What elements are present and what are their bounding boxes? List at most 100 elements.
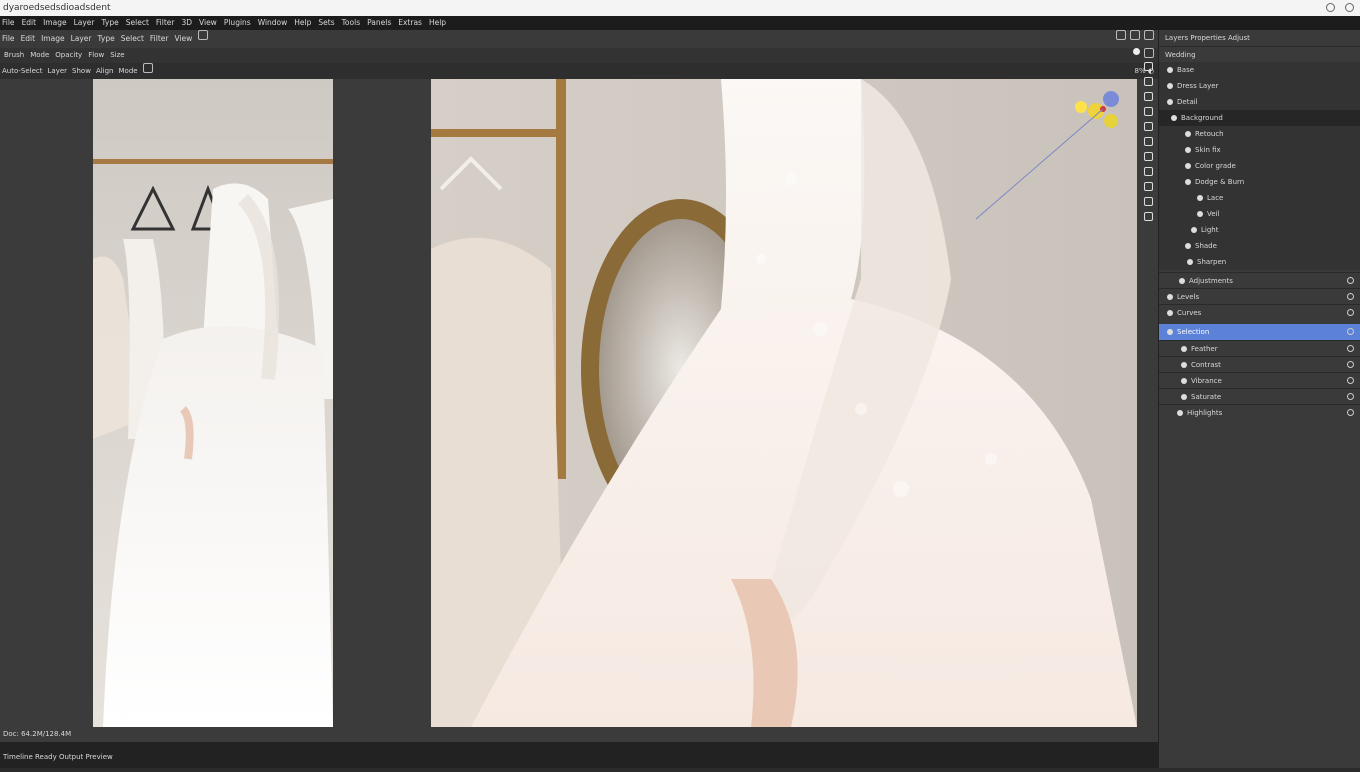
layer-row[interactable]: Highlights [1159,404,1360,420]
doc-option[interactable]: Mode [119,63,138,79]
actions-icon[interactable] [1143,212,1153,221]
transform-icon[interactable] [142,63,153,73]
tool-option[interactable]: Flow [88,48,104,63]
doc-option[interactable]: Show [72,63,91,79]
tool-option[interactable]: Brush [4,48,24,63]
layer-visibility-icon[interactable] [1185,163,1191,169]
eye-icon[interactable] [1347,345,1354,352]
properties-icon[interactable] [1143,182,1153,191]
toolbar-item[interactable]: Layer [71,30,92,48]
layer-row[interactable]: Dodge & Burn [1159,174,1360,190]
adjustments-section[interactable]: Adjustments [1159,272,1360,288]
left-photo-preview[interactable] [93,79,333,727]
layer-visibility-icon[interactable] [1167,99,1173,105]
layer-visibility-icon[interactable] [1167,83,1173,89]
adjust-item[interactable]: Curves [1159,304,1360,320]
menu-item[interactable]: Filter [156,16,175,30]
selected-layer[interactable]: Selection [1159,324,1360,340]
menu-item[interactable]: Type [102,16,119,30]
toolbar-item[interactable]: Image [41,30,65,48]
layer-visibility-icon[interactable] [1191,227,1197,233]
layer-visibility-icon[interactable] [1181,378,1187,384]
layer-visibility-icon[interactable] [1167,294,1173,300]
toolbar-item[interactable]: Edit [21,30,36,48]
layer-visibility-icon[interactable] [1177,410,1183,416]
tool-option[interactable]: Opacity [55,48,82,63]
libraries-icon[interactable] [1143,197,1153,206]
settings-icon[interactable] [1133,48,1140,55]
toolbar-item[interactable]: Select [121,30,144,48]
toolbar-item[interactable]: Filter [150,30,169,48]
layer-row[interactable]: Sharpen [1159,254,1360,270]
layer-visibility-icon[interactable] [1181,362,1187,368]
eye-icon[interactable] [1347,361,1354,368]
eye-icon[interactable] [1347,293,1354,300]
menu-item[interactable]: View [199,16,217,30]
toolbar-item[interactable]: View [174,30,192,48]
layer-row[interactable]: Light [1159,222,1360,238]
menu-item[interactable]: Help [429,16,446,30]
paths-icon[interactable] [1143,152,1153,161]
tool-option[interactable]: Mode [30,48,49,63]
menu-item[interactable]: Plugins [224,16,251,30]
frame-icon[interactable] [198,30,209,40]
layer-visibility-icon[interactable] [1167,310,1173,316]
layer-visibility-icon[interactable] [1171,115,1177,121]
layer-visibility-icon[interactable] [1167,67,1173,73]
layer-visibility-icon[interactable] [1185,147,1191,153]
menu-item[interactable]: Image [43,16,67,30]
eye-icon[interactable] [1347,309,1354,316]
toolbar-item[interactable]: Type [98,30,115,48]
minimize-icon[interactable] [1326,3,1335,12]
doc-option[interactable]: Align [96,63,114,79]
layer-group-title[interactable]: Wedding [1159,46,1360,62]
layer-visibility-icon[interactable] [1197,195,1203,201]
toolbar-item[interactable]: File [2,30,15,48]
eye-icon[interactable] [1347,409,1354,416]
layer-visibility-icon[interactable] [1181,346,1187,352]
tool-option[interactable]: Size [110,48,124,63]
menu-item[interactable]: Tools [342,16,360,30]
history-icon[interactable] [1143,62,1153,71]
layer-visibility-icon[interactable] [1185,243,1191,249]
menu-item[interactable]: Sets [318,16,334,30]
layer-row[interactable]: Lace [1159,190,1360,206]
layer-row[interactable]: Feather [1159,340,1360,356]
menu-item[interactable]: Extras [398,16,422,30]
layer-row[interactable]: Dress Layer [1159,78,1360,94]
swatches-icon[interactable] [1143,92,1153,101]
layer-row[interactable]: Detail [1159,94,1360,110]
layer-visibility-icon[interactable] [1181,394,1187,400]
eye-icon[interactable] [1347,277,1354,284]
workspace-icon[interactable] [1130,30,1140,40]
layer-row[interactable]: Retouch [1159,126,1360,142]
eye-icon[interactable] [1347,328,1354,335]
layer-row[interactable]: Vibrance [1159,372,1360,388]
menu-item[interactable]: Panels [367,16,391,30]
layer-visibility-icon[interactable] [1185,179,1191,185]
share-icon[interactable] [1144,30,1154,40]
channels-icon[interactable] [1143,137,1153,146]
layer-row[interactable]: Skin fix [1159,142,1360,158]
brush-icon[interactable] [1143,107,1153,116]
color-icon[interactable] [1143,77,1153,86]
arrange-icon[interactable] [1116,30,1126,40]
layer-visibility-icon[interactable] [1167,329,1173,335]
menu-item[interactable]: Layer [74,16,95,30]
eye-icon[interactable] [1347,393,1354,400]
menu-item[interactable]: Help [294,16,311,30]
menu-item[interactable]: Window [258,16,288,30]
layer-visibility-icon[interactable] [1187,259,1193,265]
layer-row[interactable]: Base [1159,62,1360,78]
menu-item[interactable]: Edit [22,16,37,30]
layer-row[interactable]: Color grade [1159,158,1360,174]
adjust-icon[interactable] [1143,122,1153,131]
layer-row[interactable]: Shade [1159,238,1360,254]
doc-option[interactable]: Layer [48,63,68,79]
layer-visibility-icon[interactable] [1197,211,1203,217]
menu-item[interactable]: 3D [181,16,192,30]
close-icon[interactable] [1345,3,1354,12]
doc-option[interactable]: Auto-Select [2,63,43,79]
layer-visibility-icon[interactable] [1185,131,1191,137]
expand-icon[interactable] [1144,48,1154,58]
